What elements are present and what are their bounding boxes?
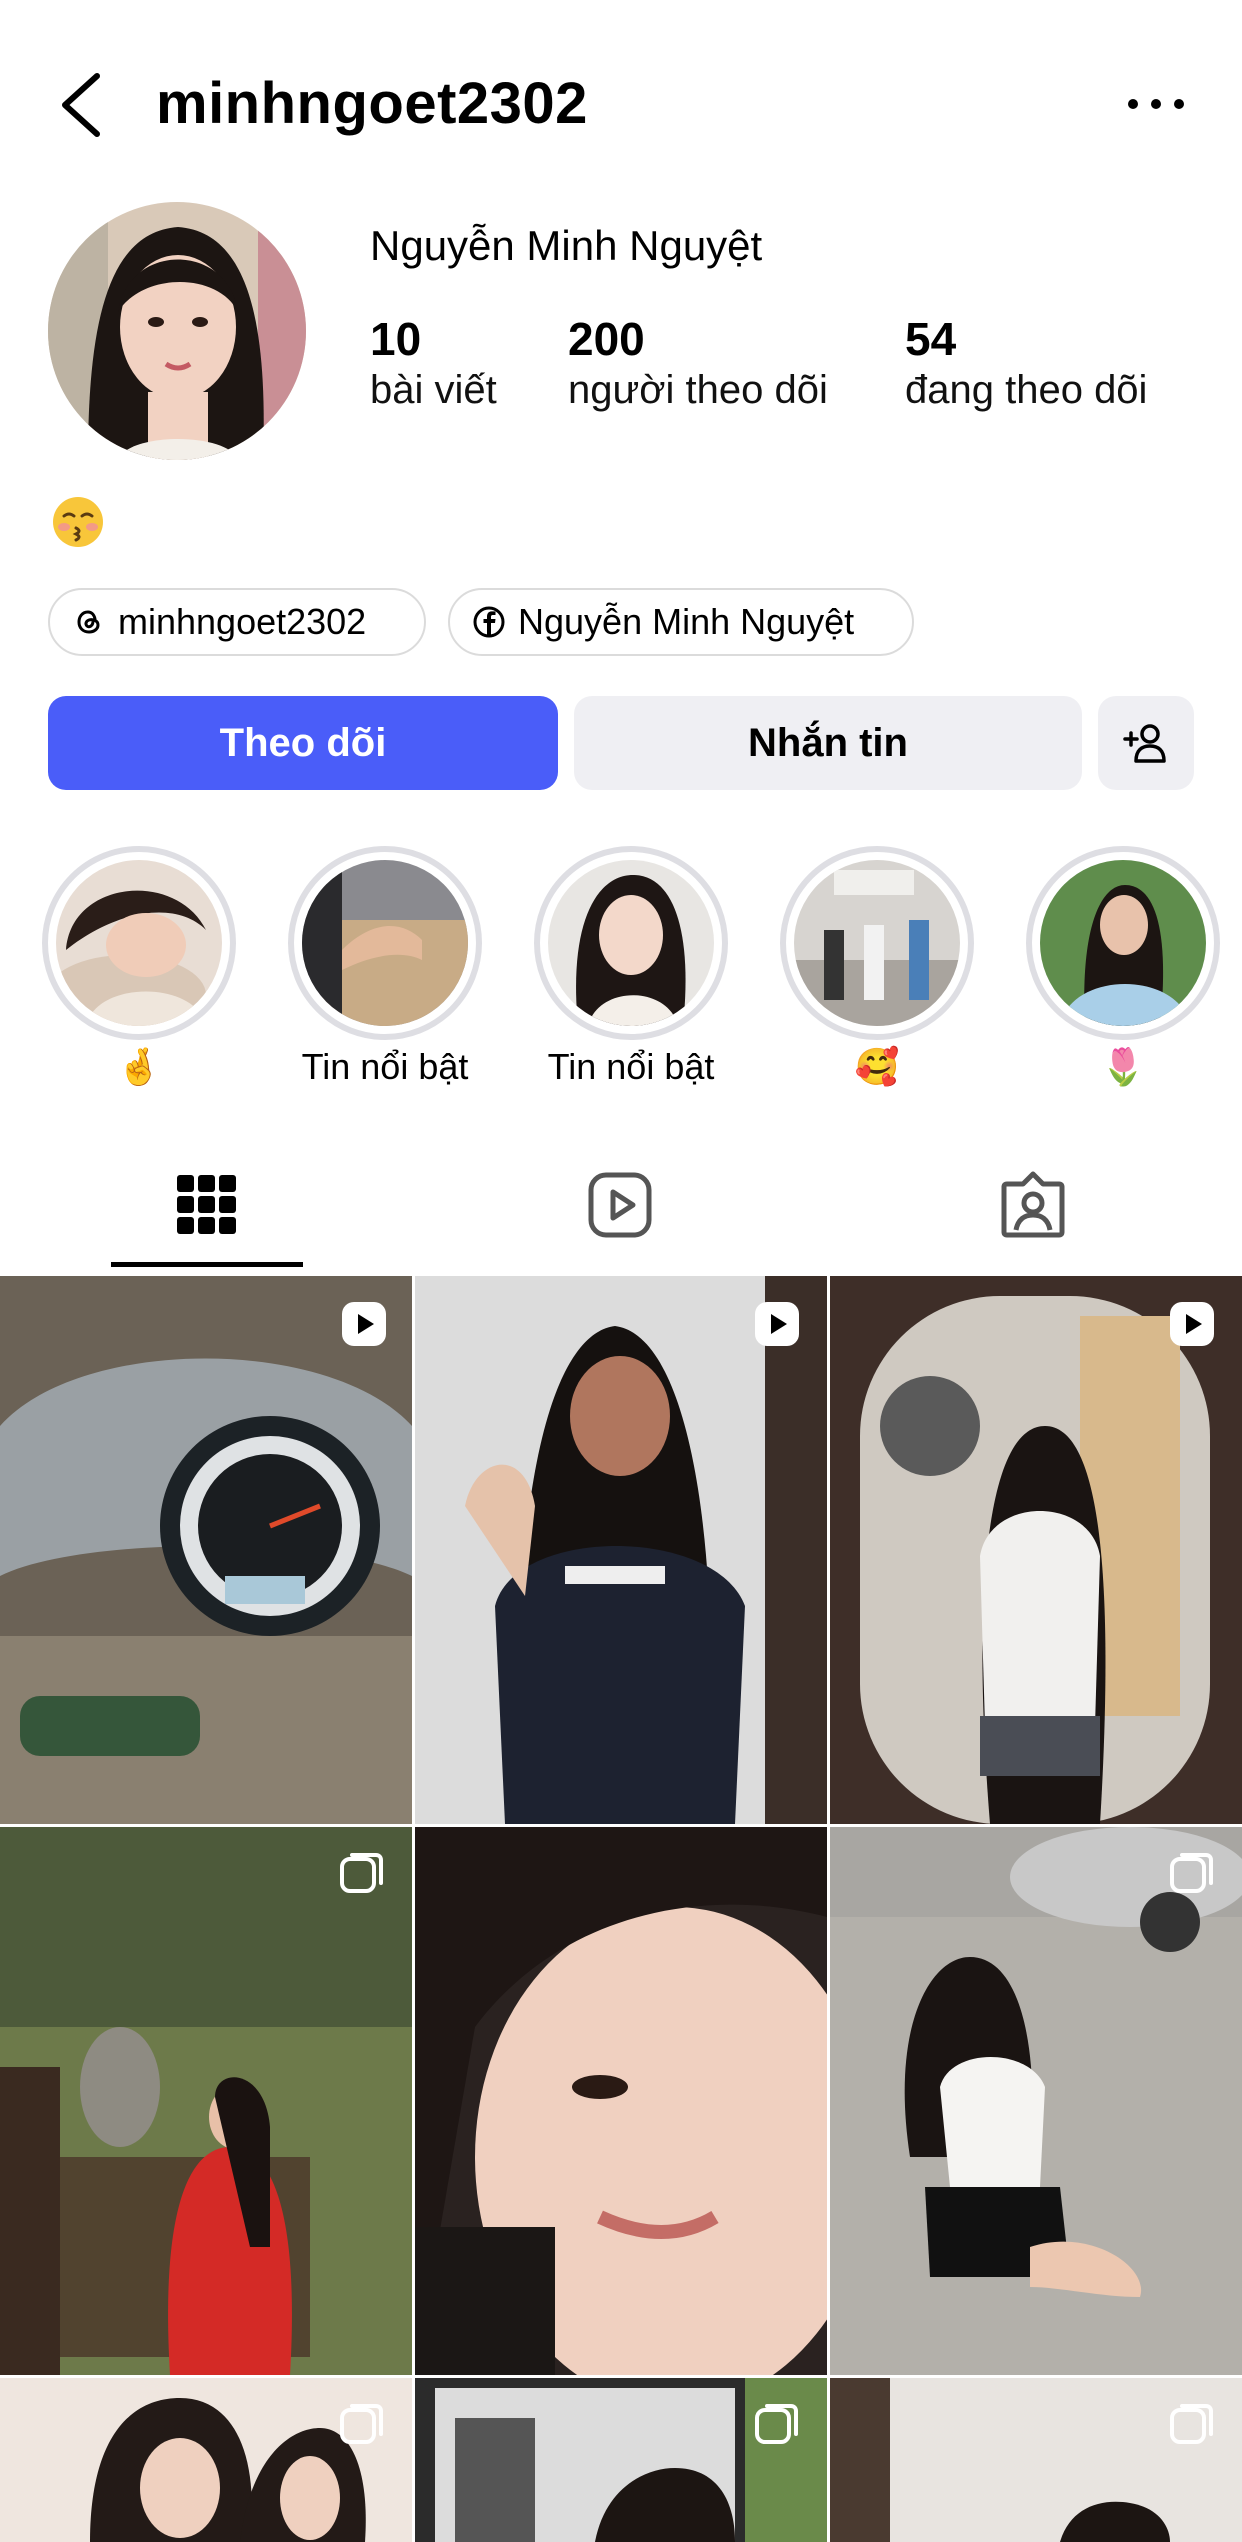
carousel-badge-icon xyxy=(340,2404,383,2444)
kissing-face-emoji-icon xyxy=(53,497,103,547)
carousel-badge-icon xyxy=(340,1853,383,1893)
highlight-1[interactable] xyxy=(42,846,236,1040)
carousel-badge-icon xyxy=(1170,1853,1213,1893)
carousel-badge-icon xyxy=(755,2404,798,2444)
post-thumbnail-1[interactable] xyxy=(0,1276,412,1824)
threads-link-label: minhngoet2302 xyxy=(118,601,367,642)
profile-handle-title: minhngoet2302 xyxy=(156,71,588,136)
post-thumbnail-7[interactable] xyxy=(0,2378,412,2542)
highlight-4-label: 🥰 xyxy=(854,1046,900,1087)
facebook-link-label: Nguyễn Minh Nguyệt xyxy=(518,601,855,642)
following-label[interactable]: đang theo dõi xyxy=(905,368,1147,413)
selected-tab-indicator xyxy=(111,1262,303,1267)
grid-tab-icon[interactable] xyxy=(175,1170,239,1240)
highlight-1-label: 🤞 xyxy=(116,1046,162,1087)
highlight-4[interactable] xyxy=(780,846,974,1040)
reel-badge-icon xyxy=(1170,1302,1214,1346)
post-thumbnail-8[interactable] xyxy=(415,2378,827,2542)
following-count[interactable]: 54 xyxy=(905,312,956,366)
facebook-icon xyxy=(472,605,506,639)
more-options-icon[interactable] xyxy=(1128,92,1184,116)
followers-count[interactable]: 200 xyxy=(568,312,645,366)
threads-icon xyxy=(72,605,106,639)
highlight-2-label: Tin nổi bật xyxy=(301,1046,469,1087)
add-person-icon xyxy=(1123,724,1166,763)
suggest-people-button[interactable] xyxy=(1098,696,1194,790)
post-thumbnail-2[interactable] xyxy=(415,1276,827,1824)
reel-badge-icon xyxy=(342,1302,386,1346)
facebook-link-chip[interactable]: Nguyễn Minh Nguyệt xyxy=(448,588,914,656)
post-thumbnail-4[interactable] xyxy=(0,1827,412,2375)
highlight-3[interactable] xyxy=(534,846,728,1040)
followers-label[interactable]: người theo dõi xyxy=(568,368,828,413)
threads-link-chip[interactable]: minhngoet2302 xyxy=(48,588,426,656)
highlight-3-label: Tin nổi bật xyxy=(547,1046,715,1087)
posts-label[interactable]: bài viết xyxy=(370,368,497,413)
post-thumbnail-9[interactable] xyxy=(830,2378,1242,2542)
highlight-2[interactable] xyxy=(288,846,482,1040)
message-button[interactable]: Nhắn tin xyxy=(574,696,1082,790)
posts-count[interactable]: 10 xyxy=(370,312,421,366)
follow-button[interactable]: Theo dõi xyxy=(48,696,558,790)
post-thumbnail-6[interactable] xyxy=(830,1827,1242,2375)
post-thumbnail-3[interactable] xyxy=(830,1276,1242,1824)
carousel-badge-icon xyxy=(1170,2404,1213,2444)
highlight-5-label: 🌷 xyxy=(1100,1046,1146,1087)
back-chevron-icon[interactable] xyxy=(55,70,107,140)
post-thumbnail-5[interactable] xyxy=(415,1827,827,2375)
profile-full-name: Nguyễn Minh Nguyệt xyxy=(370,222,763,269)
tagged-tab-icon[interactable] xyxy=(1001,1170,1065,1240)
reels-tab-icon[interactable] xyxy=(588,1170,652,1240)
profile-avatar[interactable] xyxy=(48,202,306,460)
highlight-5[interactable] xyxy=(1026,846,1220,1040)
reel-badge-icon xyxy=(755,1302,799,1346)
